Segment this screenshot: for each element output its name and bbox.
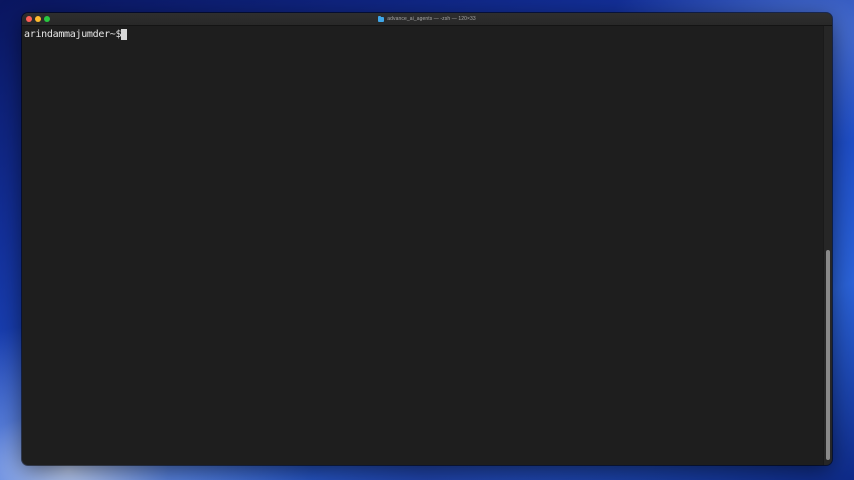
shell-prompt: arindammajumder~$ (24, 28, 122, 40)
window-title-group: advance_ai_agents — -zsh — 120×33 (22, 13, 832, 25)
desktop: { "window": { "title": "advance_ai_agent… (0, 0, 854, 480)
folder-icon (378, 15, 385, 22)
vertical-scrollbar[interactable] (823, 26, 832, 465)
text-cursor (121, 28, 128, 40)
terminal-content[interactable]: arindammajumder~$ (22, 26, 824, 465)
scrollbar-thumb[interactable] (826, 250, 830, 460)
title-bar[interactable]: advance_ai_agents — -zsh — 120×33 (22, 13, 832, 26)
prompt-line[interactable]: arindammajumder~$ (24, 28, 824, 40)
window-title: advance_ai_agents — -zsh — 120×33 (387, 16, 476, 22)
terminal-window[interactable]: advance_ai_agents — -zsh — 120×33 arinda… (22, 13, 832, 465)
